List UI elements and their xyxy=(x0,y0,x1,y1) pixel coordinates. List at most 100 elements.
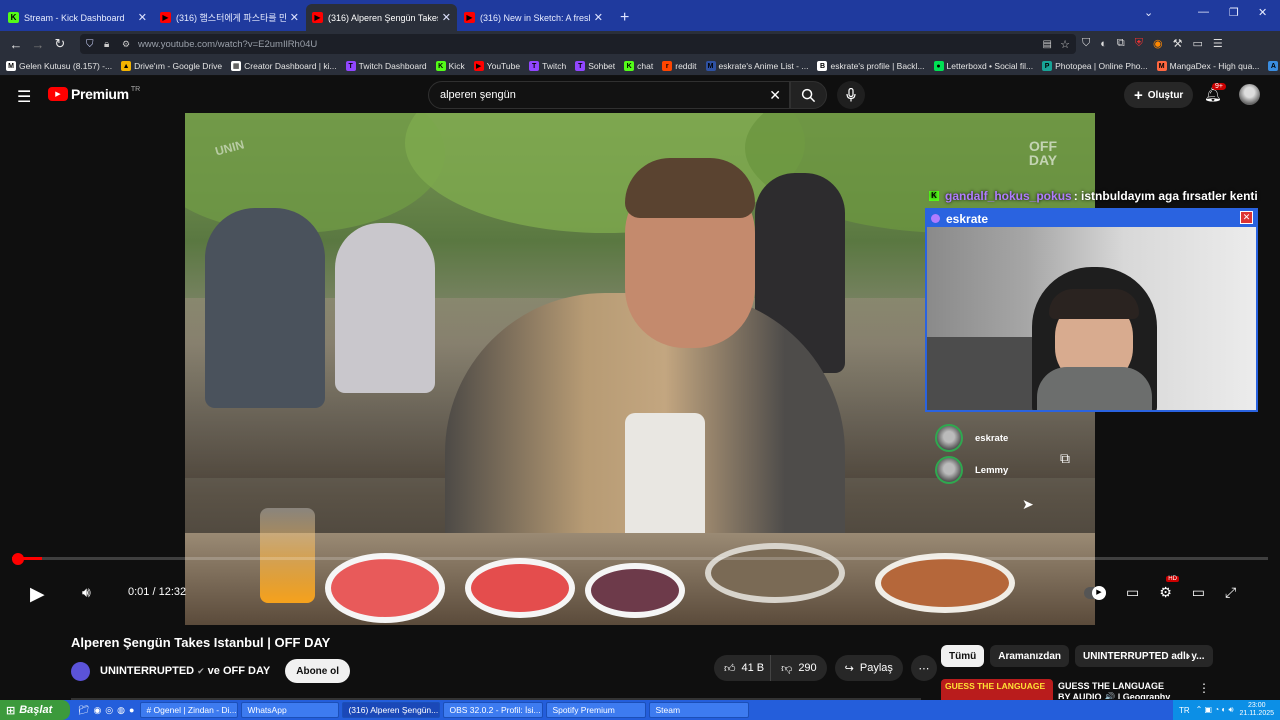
taskbar-item[interactable]: Spotify Premium xyxy=(546,702,647,718)
play-button[interactable]: ▶ xyxy=(30,583,45,606)
fullscreen-icon[interactable]: ⤢ xyxy=(1225,584,1236,601)
firefox-icon[interactable]: ◍ xyxy=(117,705,125,716)
forward-icon[interactable]: → xyxy=(27,37,49,52)
bookmark-item[interactable]: ▦ Creator Dashboard | ki... xyxy=(231,61,337,71)
address-bar[interactable]: ⛉ 🔒︎ ⚙ www.youtube.com/watch?v=E2umIlRh0… xyxy=(80,34,1076,54)
bookmark-label: chat xyxy=(637,61,654,71)
taskbar-item[interactable]: OBS 32.0.2 - Profil: İsi... xyxy=(443,702,544,718)
bookmark-item[interactable]: r reddit xyxy=(662,61,697,71)
notifications-button[interactable]: 🔔︎ 9+ xyxy=(1204,83,1226,103)
voice-search-button[interactable] xyxy=(837,81,865,109)
progress-bar[interactable] xyxy=(12,553,1268,565)
bookmark-icon: M xyxy=(1156,61,1167,71)
bookmark-item[interactable]: AAternos xyxy=(1268,61,1280,71)
bookmark-item[interactable]: ▶ YouTube xyxy=(473,61,520,71)
expand-overlay-icon[interactable]: ⧉ xyxy=(1060,450,1070,467)
fox-extension-icon[interactable]: ◉ xyxy=(1153,37,1163,50)
taskbar-item[interactable]: # Ogenel | Zindan - Di... xyxy=(140,702,239,718)
bookmark-item[interactable]: P Photopea | Online Pho... xyxy=(1042,61,1148,71)
clear-search-icon[interactable]: ✕ xyxy=(769,87,781,104)
close-window-icon[interactable]: ✕ xyxy=(1258,6,1267,19)
filter-chips: Tümü Aramanızdan UNINTERRUPTED adlı y... xyxy=(941,645,1219,667)
bookmark-item[interactable]: M Gelen Kutusu (8.157) -... xyxy=(6,61,112,71)
back-icon[interactable]: ← xyxy=(5,37,27,52)
maximize-icon[interactable]: ❐ xyxy=(1229,6,1239,19)
menu-icon[interactable]: ☰ xyxy=(1213,37,1223,50)
search-input[interactable]: alperen şengün ✕ xyxy=(428,81,790,109)
bookmark-item[interactable]: T Sohbet xyxy=(575,61,615,71)
volume-button[interactable]: 🔊︎ xyxy=(82,584,91,601)
bookmark-item[interactable]: Meskrate's Anime List - ... xyxy=(705,61,808,71)
permissions-icon[interactable]: ⚙ xyxy=(122,39,130,50)
more-actions-button[interactable]: ⋯ xyxy=(910,655,937,681)
language-indicator[interactable]: TR xyxy=(1179,706,1190,715)
filter-chip[interactable]: Tümü xyxy=(941,645,985,667)
start-button[interactable]: ⊞ Başlat xyxy=(0,700,70,720)
filter-chip[interactable]: UNINTERRUPTED adlı y... xyxy=(1075,645,1213,667)
shield-icon[interactable]: ⛉ xyxy=(86,39,94,50)
taskbar-item[interactable]: (316) Alperen Şengün... xyxy=(342,702,441,718)
bookmark-item[interactable]: ▲ Drive'ım - Google Drive xyxy=(121,61,222,71)
bookmark-item[interactable]: T Twitch xyxy=(529,61,566,71)
bookmark-item[interactable]: ● Letterboxd • Social fil... xyxy=(933,61,1033,71)
bookmark-item[interactable]: T Twitch Dashboard xyxy=(345,61,427,71)
close-tab-icon[interactable]: ✕ xyxy=(442,11,451,24)
close-tab-icon[interactable]: ✕ xyxy=(138,11,147,24)
close-tab-icon[interactable]: ✕ xyxy=(290,11,299,24)
bookmark-item[interactable]: M MangaDex - High qua... xyxy=(1156,61,1259,71)
extension-icon[interactable]: ◐ xyxy=(1100,38,1107,50)
bookmark-item[interactable]: Kchat xyxy=(624,61,653,71)
browser-tab[interactable]: ▶ (316) 햄스터에게 파스타를 만들 ✕ xyxy=(154,4,305,31)
puzzle-icon[interactable]: ⧉ xyxy=(1117,37,1125,50)
theater-mode-icon[interactable]: ▭ xyxy=(1192,584,1205,601)
channel-avatar[interactable] xyxy=(71,661,90,681)
share-button[interactable]: ↪ Paylaş xyxy=(834,655,903,681)
suggestion-menu-icon[interactable]: ⋮ xyxy=(1198,681,1210,695)
youtube-logo[interactable]: ▶ Premium TR xyxy=(48,86,140,102)
taskbar-item[interactable]: WhatsApp xyxy=(241,702,340,718)
close-tab-icon[interactable]: ✕ xyxy=(594,11,603,24)
settings-button[interactable]: ⚙ HD xyxy=(1159,576,1179,601)
obs-quick-icon[interactable]: ● xyxy=(129,705,134,715)
subtitles-icon[interactable]: ▭ xyxy=(1126,584,1139,601)
suggestion-thumbnail[interactable]: GUESS THE LANGUAGE xyxy=(941,679,1053,700)
dislike-button[interactable]: 👎︎ 290 xyxy=(770,655,827,681)
bookmark-label: reddit xyxy=(675,61,697,71)
collab-label[interactable]: ve OFF DAY xyxy=(208,665,271,677)
sidebar-toggle-icon[interactable]: ▭ xyxy=(1193,37,1203,50)
browser-tab[interactable]: ▶ (316) Alperen Şengün Takes Ista ✕ xyxy=(306,4,457,31)
filter-chip[interactable]: Aramanızdan xyxy=(990,645,1070,667)
tools-icon[interactable]: ⚒ xyxy=(1173,37,1183,50)
search-button[interactable] xyxy=(790,81,827,109)
create-button[interactable]: + Oluştur xyxy=(1124,82,1194,108)
avatar[interactable] xyxy=(1239,84,1260,105)
taskbar-item[interactable]: Steam xyxy=(649,702,750,718)
channel-name[interactable]: UNINTERRUPTED xyxy=(100,665,194,677)
explorer-icon[interactable]: 📁︎ xyxy=(78,705,89,716)
browser-tab[interactable]: ▶ (316) New in Sketch: A fresh de ✕ xyxy=(458,4,609,31)
bookmark-item[interactable]: Beskrate's profile | Backl... xyxy=(817,61,925,71)
close-webcam-icon[interactable]: ✕ xyxy=(1240,211,1253,224)
subscribe-button[interactable]: Abone ol xyxy=(285,659,351,683)
play-icon: ▶ xyxy=(30,584,45,605)
bookmark-star-icon[interactable]: ☆ xyxy=(1060,38,1070,51)
scrubber-handle[interactable] xyxy=(12,553,24,565)
bookmark-item[interactable]: K Kick xyxy=(435,61,465,71)
discord-taskbar-icon[interactable]: ◉ xyxy=(93,705,101,716)
browser-tab[interactable]: K Stream - Kick Dashboard ✕ xyxy=(2,4,153,31)
chips-next-icon[interactable]: › xyxy=(1186,648,1190,663)
hamburger-menu-icon[interactable]: ☰ xyxy=(17,87,31,107)
tab-list-icon[interactable]: ⌄ xyxy=(1144,6,1153,19)
tray-icons[interactable]: ⌃ ▣ ◔ ◐ 🔊︎ xyxy=(1196,705,1234,715)
minimize-icon[interactable]: — xyxy=(1198,6,1209,18)
ublock-icon[interactable]: ⛨ xyxy=(1135,37,1143,50)
lock-icon[interactable]: 🔒︎ xyxy=(104,39,109,50)
reader-view-icon[interactable]: ▤ xyxy=(1043,39,1052,50)
autoplay-toggle[interactable]: ▶ xyxy=(1084,585,1106,600)
new-tab-button[interactable]: + xyxy=(610,9,639,31)
pocket-icon[interactable]: ⛉ xyxy=(1082,37,1090,50)
suggestion-title[interactable]: GUESS THE LANGUAGE BY AUDIO 🔊 | Geograph… xyxy=(1058,681,1178,699)
like-button[interactable]: 👍︎ 41 B xyxy=(714,655,771,681)
reload-icon[interactable]: ↻ xyxy=(49,36,71,52)
steam-quick-icon[interactable]: ◎ xyxy=(105,705,113,716)
